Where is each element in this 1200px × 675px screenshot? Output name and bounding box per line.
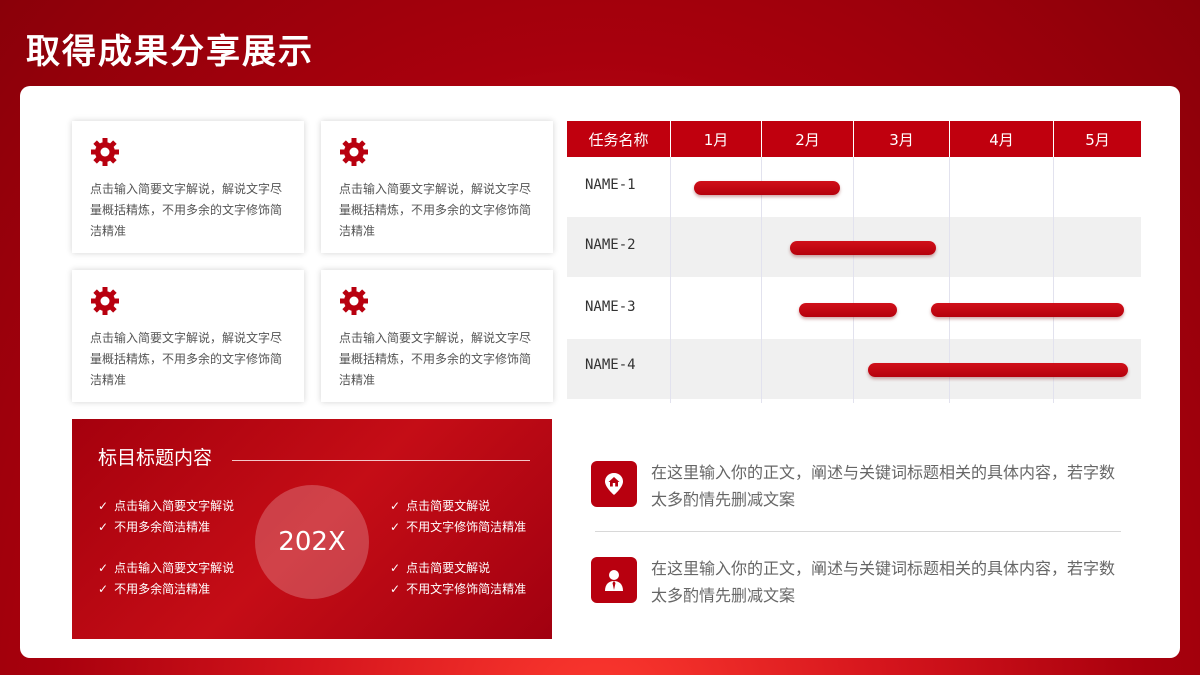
info-card: 点击输入简要文字解说，解说文字尽量概括精炼，不用多余的文字修饰简洁精准: [72, 121, 304, 253]
header-task: 任务名称: [567, 121, 670, 157]
gear-icon: [91, 287, 119, 315]
card-text: 点击输入简要文字解说，解说文字尽量概括精炼，不用多余的文字修饰简洁精准: [90, 182, 283, 238]
check-icon: ✓: [390, 520, 401, 534]
gantt-bar: [868, 363, 1128, 377]
check-icon: ✓: [98, 499, 109, 513]
card-text: 点击输入简要文字解说，解说文字尽量概括精炼，不用多余的文字修饰简洁精准: [90, 331, 283, 387]
gear-icon: [340, 287, 368, 315]
content-panel: 点击输入简要文字解说，解说文字尽量概括精炼，不用多余的文字修饰简洁精准 点击输入…: [20, 86, 1180, 658]
gantt-bar: [789, 241, 936, 255]
header-month: 3月: [854, 121, 949, 157]
header-month: 5月: [1054, 121, 1141, 157]
summary-box: 标目标题内容 202X ✓ 点击输入简要文字解说 ✓ 不用多余简洁精准 ✓ 点击输入简…: [72, 419, 552, 639]
gantt-bar: [798, 303, 898, 317]
info-card: 点击输入简要文字解说，解说文字尽量概括精炼，不用多余的文字修饰简洁精准: [321, 270, 553, 402]
summary-item: ✓ 不用文字修饰简洁精准: [390, 520, 527, 534]
note-text: 在这里输入你的正文，阐述与关键词标题相关的具体内容，若字数太多酌情先删减文案: [651, 559, 1116, 605]
summary-item: ✓ 点击输入简要文字解说: [98, 561, 235, 575]
gantt-bar: [693, 181, 841, 195]
grid-line: [853, 157, 854, 403]
header-month: 4月: [950, 121, 1053, 157]
summary-item: ✓ 点击输入简要文字解说: [98, 499, 235, 513]
home-location-icon: [591, 461, 637, 507]
header-month: 2月: [762, 121, 853, 157]
check-icon: ✓: [98, 561, 109, 575]
task-name: NAME-3: [585, 299, 636, 315]
gantt-bar: [930, 303, 1124, 317]
title-underline: [232, 460, 530, 461]
check-icon: ✓: [98, 520, 109, 534]
summary-title: 标目标题内容: [98, 447, 213, 469]
info-card: 点击输入简要文字解说，解说文字尽量概括精炼，不用多余的文字修饰简洁精准: [72, 270, 304, 402]
check-icon: ✓: [390, 582, 401, 596]
summary-item: ✓ 不用文字修饰简洁精准: [390, 582, 527, 596]
card-text: 点击输入简要文字解说，解说文字尽量概括精炼，不用多余的文字修饰简洁精准: [339, 331, 532, 387]
summary-item: ✓ 不用多余简洁精准: [98, 582, 211, 596]
divider: [595, 531, 1121, 532]
info-card: 点击输入简要文字解说，解说文字尽量概括精炼，不用多余的文字修饰简洁精准: [321, 121, 553, 253]
year-label: 202X: [278, 527, 346, 557]
check-icon: ✓: [98, 582, 109, 596]
summary-item: ✓ 点击简要文解说: [390, 561, 491, 575]
summary-item: ✓ 点击简要文解说: [390, 499, 491, 513]
summary-item: ✓ 不用多余简洁精准: [98, 520, 211, 534]
gear-icon: [340, 138, 368, 166]
task-name: NAME-1: [585, 177, 636, 193]
check-icon: ✓: [390, 499, 401, 513]
gantt-chart: NAME-1 NAME-2 NAME-3 NAME-4 任务名称 1月 2月 3…: [567, 121, 1141, 403]
task-name: NAME-4: [585, 357, 636, 373]
grid-line: [670, 157, 671, 403]
header-month: 1月: [671, 121, 761, 157]
user-icon: [591, 557, 637, 603]
check-icon: ✓: [390, 561, 401, 575]
card-text: 点击输入简要文字解说，解说文字尽量概括精炼，不用多余的文字修饰简洁精准: [339, 182, 532, 238]
note-text: 在这里输入你的正文，阐述与关键词标题相关的具体内容，若字数太多酌情先删减文案: [651, 463, 1116, 509]
gantt-row: NAME-1: [567, 157, 1141, 217]
year-circle: 202X: [255, 485, 369, 599]
page-title: 取得成果分享展示: [26, 32, 314, 72]
gear-icon: [91, 138, 119, 166]
task-name: NAME-2: [585, 237, 636, 253]
